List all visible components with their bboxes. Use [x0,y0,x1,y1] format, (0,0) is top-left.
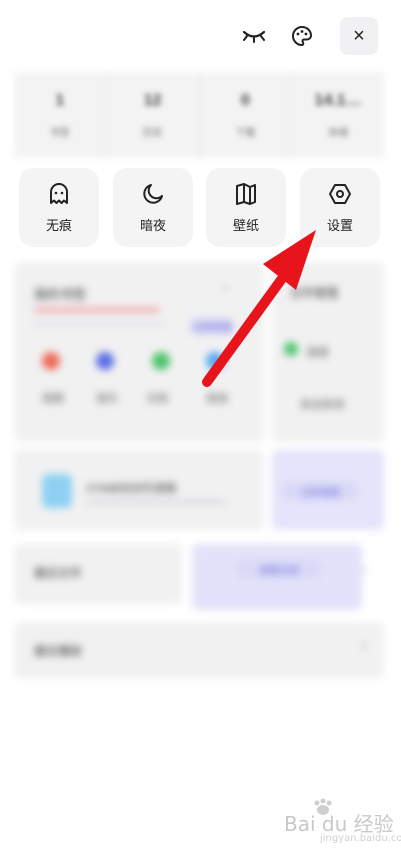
row-arrow-icon: › [362,564,366,576]
palette-icon[interactable] [284,18,320,54]
book-open-icon [236,183,256,205]
watermark: Bai du 经验 jingyan.baidu.com [284,808,401,844]
hexagon-settings-icon [329,184,351,204]
watermark-sub: jingyan.baidu.com [320,833,401,844]
card-arrow-icon: › [224,282,228,294]
wallpaper-button[interactable]: 壁纸 [206,168,286,247]
promo-subline [86,500,226,504]
side-dot [284,342,298,356]
app-label: 其他 [206,393,228,405]
promo-button[interactable]: 立即清理 [282,482,358,500]
night-mode-label: 暗夜 [139,218,166,233]
side-title: 文件管理 [290,286,339,300]
side-label: 清理 [306,347,328,359]
promo-text: 370MB空间可清理 [86,483,176,495]
incognito-label: 无痕 [45,218,72,233]
progress-line [34,308,160,312]
recent-files-label: 最近文件 [34,566,83,580]
settings-button[interactable]: 设置 [300,168,380,247]
recent-played-label: 最近播放 [34,644,83,658]
blurred-content: 我的书签 › 立即查看 视频 音乐 文档 其他 文件管理 清理 安全检测 370… [14,262,384,687]
eye-closed-icon[interactable] [236,18,272,54]
card-title: 我的书签 [34,287,87,302]
text-line [34,322,164,326]
moon-icon [143,184,163,204]
row-arrow-icon: › [362,640,366,652]
stat-history[interactable]: 12 历史 [107,72,200,158]
night-mode-button[interactable]: 暗夜 [113,168,193,247]
app-dot-doc[interactable] [152,352,170,370]
app-dot-other[interactable] [206,352,224,370]
ghost-icon [50,183,68,204]
stats-row: 1 书签 12 历史 0 下载 14.1… 存储 [14,72,384,158]
stat-downloads[interactable]: 0 下载 [200,72,293,158]
app-label: 音乐 [96,393,118,405]
wallpaper-label: 壁纸 [232,218,259,233]
app-dot-video[interactable] [42,352,60,370]
stat-bookmarks[interactable]: 1 书签 [14,72,107,158]
close-button[interactable]: × [340,17,378,55]
view-all-button[interactable]: 查看全部 [236,560,322,578]
close-icon: × [353,25,365,47]
view-pill[interactable]: 立即查看 [190,318,234,334]
side-label: 安全检测 [300,399,344,411]
app-label: 视频 [42,393,64,405]
app-dot-music[interactable] [96,352,114,370]
promo-file-icon [42,474,72,508]
settings-label: 设置 [326,218,353,233]
incognito-button[interactable]: 无痕 [19,168,99,247]
app-label: 文档 [146,393,168,405]
stat-storage[interactable]: 14.1… 存储 [292,72,384,158]
